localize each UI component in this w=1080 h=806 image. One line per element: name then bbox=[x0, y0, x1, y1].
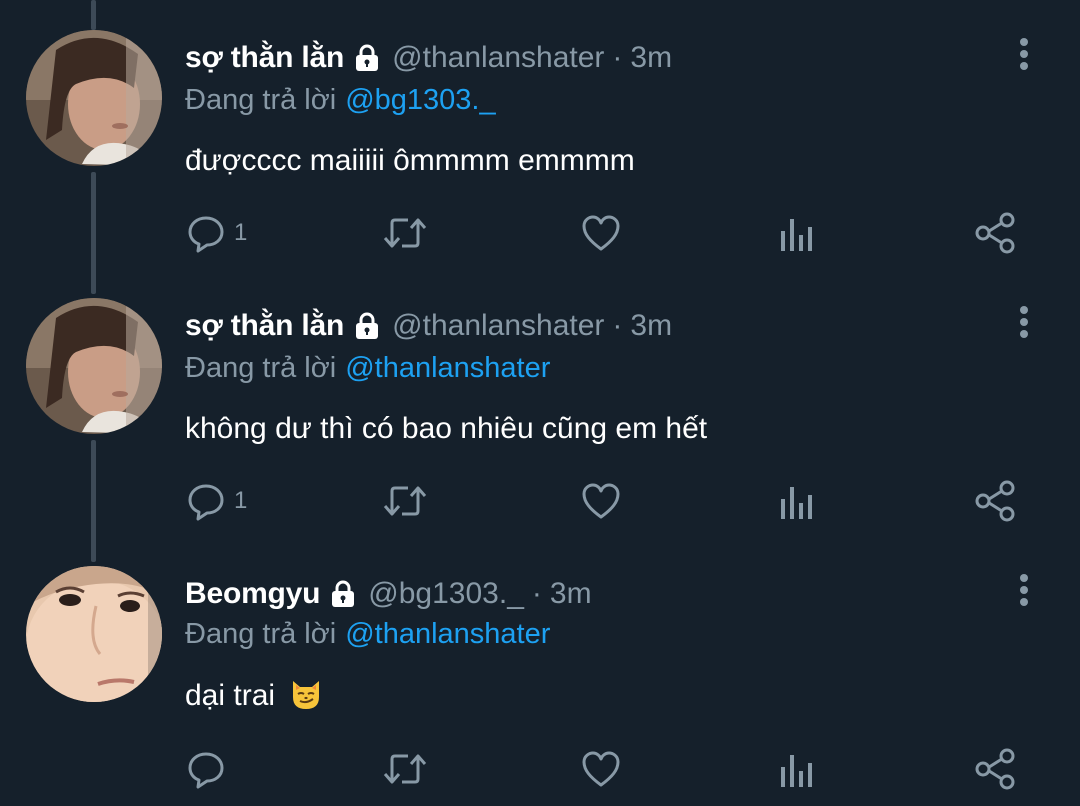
more-vertical-icon bbox=[1020, 574, 1028, 606]
replying-label: Đang trả lời bbox=[185, 618, 337, 650]
tweet-actions: 1 bbox=[0, 208, 1080, 258]
like-icon bbox=[582, 751, 620, 787]
tweet-text-row: dại trai bbox=[185, 674, 323, 718]
tweet[interactable]: sợ thằn lằn @thanlanshater · 3m Đang trả… bbox=[0, 0, 1080, 268]
analytics-button[interactable] bbox=[780, 208, 814, 258]
replying-to: Đang trả lời @thanlanshater bbox=[185, 348, 550, 388]
user-handle[interactable]: @thanlanshater bbox=[392, 41, 604, 75]
avatar[interactable] bbox=[26, 30, 162, 166]
replying-label: Đang trả lời bbox=[185, 84, 337, 116]
retweet-button[interactable] bbox=[382, 208, 428, 258]
share-icon bbox=[975, 748, 1015, 790]
replying-to: Đang trả lời @thanlanshater bbox=[185, 614, 550, 654]
timestamp[interactable]: 3m bbox=[550, 577, 592, 611]
avatar-image bbox=[26, 566, 162, 702]
retweet-button[interactable] bbox=[382, 476, 428, 526]
reply-button[interactable]: 1 bbox=[186, 208, 247, 258]
retweet-icon bbox=[383, 754, 427, 784]
lock-icon bbox=[352, 311, 382, 341]
tweet-header: Beomgyu @bg1303._ · 3m bbox=[185, 572, 592, 616]
mention-link[interactable]: @thanlanshater bbox=[345, 352, 550, 384]
more-options-button[interactable] bbox=[1008, 34, 1040, 74]
avatar[interactable] bbox=[26, 566, 162, 702]
like-icon bbox=[582, 215, 620, 251]
tweet-header: sợ thằn lằn @thanlanshater · 3m bbox=[185, 304, 672, 348]
smirking-cat-emoji bbox=[289, 677, 323, 711]
share-icon bbox=[975, 480, 1015, 522]
like-button[interactable] bbox=[580, 208, 622, 258]
separator-dot: · bbox=[612, 41, 623, 74]
mention-link[interactable]: @bg1303._ bbox=[345, 84, 495, 116]
share-button[interactable] bbox=[974, 476, 1016, 526]
like-button[interactable] bbox=[580, 476, 622, 526]
analytics-button[interactable] bbox=[780, 744, 814, 794]
avatar-image bbox=[26, 298, 162, 434]
tweet-header: sợ thằn lằn @thanlanshater · 3m bbox=[185, 36, 672, 80]
analytics-icon bbox=[781, 755, 812, 787]
analytics-button[interactable] bbox=[780, 476, 814, 526]
tweet-text: đượcccc maiiiii ômmmm emmmm bbox=[185, 144, 635, 177]
timestamp[interactable]: 3m bbox=[630, 309, 672, 343]
like-icon bbox=[582, 483, 620, 519]
timestamp[interactable]: 3m bbox=[630, 41, 672, 75]
lock-icon bbox=[352, 43, 382, 73]
replying-label: Đang trả lời bbox=[185, 352, 337, 384]
tweet-actions bbox=[0, 744, 1080, 794]
retweet-icon bbox=[383, 486, 427, 516]
reply-icon bbox=[188, 216, 224, 253]
tweet-actions: 1 bbox=[0, 476, 1080, 526]
reply-count: 1 bbox=[234, 487, 248, 514]
replying-to: Đang trả lời @bg1303._ bbox=[185, 80, 496, 120]
lock-icon bbox=[328, 579, 358, 609]
reply-icon bbox=[188, 484, 224, 521]
share-button[interactable] bbox=[974, 744, 1016, 794]
separator-dot: · bbox=[612, 309, 623, 342]
separator-dot: · bbox=[531, 577, 542, 610]
share-icon bbox=[975, 212, 1015, 254]
analytics-icon bbox=[781, 487, 812, 519]
display-name[interactable]: sợ thằn lằn bbox=[185, 41, 344, 75]
display-name[interactable]: sợ thằn lằn bbox=[185, 309, 344, 343]
analytics-icon bbox=[781, 219, 812, 251]
more-options-button[interactable] bbox=[1008, 302, 1040, 342]
reply-button[interactable] bbox=[186, 744, 234, 794]
retweet-button[interactable] bbox=[382, 744, 428, 794]
retweet-icon bbox=[383, 218, 427, 248]
reply-button[interactable]: 1 bbox=[186, 476, 247, 526]
more-vertical-icon bbox=[1020, 38, 1028, 70]
share-button[interactable] bbox=[974, 208, 1016, 258]
reply-count: 1 bbox=[234, 219, 248, 246]
tweet-text: không dư thì có bao nhiêu cũng em hết bbox=[185, 412, 708, 445]
avatar-image bbox=[26, 30, 162, 166]
tweet-text: dại trai bbox=[185, 679, 276, 712]
tweet[interactable]: sợ thằn lằn @thanlanshater · 3m Đang trả… bbox=[0, 268, 1080, 536]
display-name[interactable]: Beomgyu bbox=[185, 577, 320, 611]
tweet[interactable]: Beomgyu @bg1303._ · 3m Đang trả lời @than… bbox=[0, 536, 1080, 806]
avatar[interactable] bbox=[26, 298, 162, 434]
user-handle[interactable]: @bg1303._ bbox=[368, 577, 524, 611]
more-options-button[interactable] bbox=[1008, 570, 1040, 610]
mention-link[interactable]: @thanlanshater bbox=[345, 618, 550, 650]
like-button[interactable] bbox=[580, 744, 622, 794]
user-handle[interactable]: @thanlanshater bbox=[392, 309, 604, 343]
more-vertical-icon bbox=[1020, 306, 1028, 338]
reply-icon bbox=[188, 752, 224, 789]
